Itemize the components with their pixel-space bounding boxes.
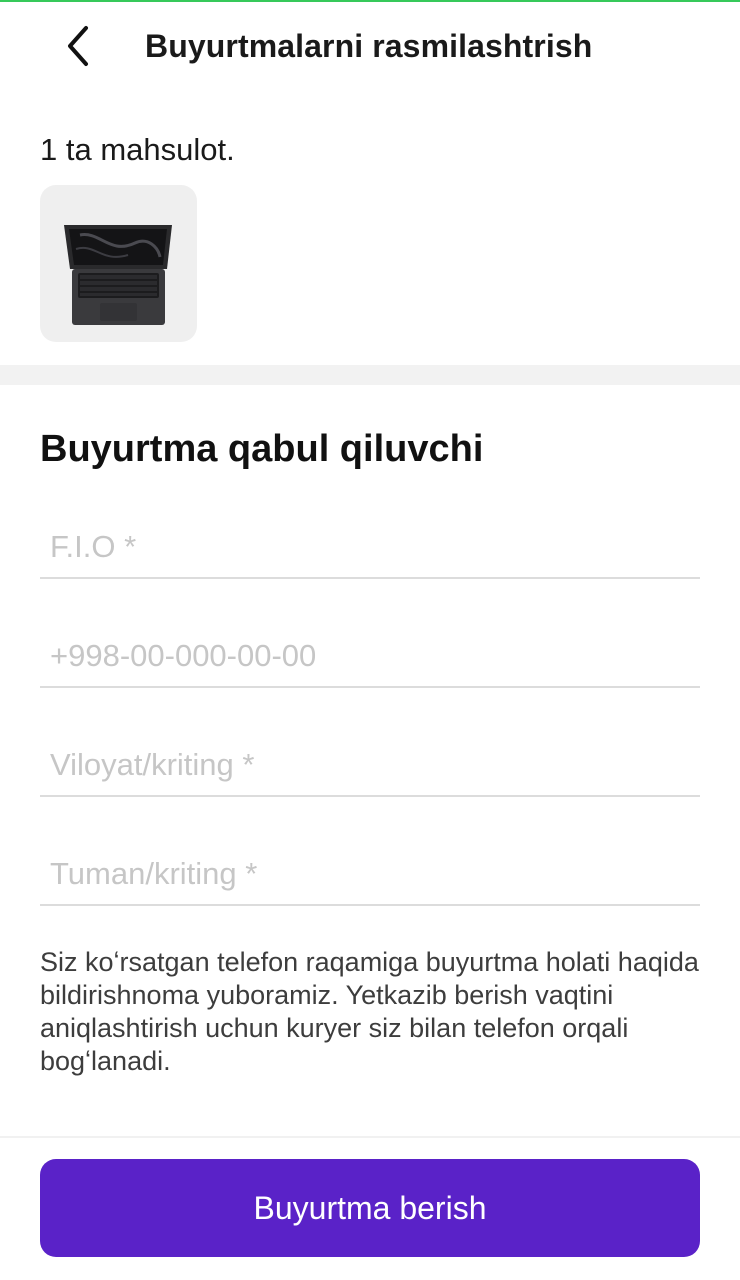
- notification-info-text: Siz koʻrsatgan telefon raqamiga buyurtma…: [40, 947, 699, 1076]
- place-order-label: Buyurtma berish: [253, 1189, 487, 1226]
- phone-input[interactable]: [40, 618, 700, 686]
- place-order-button[interactable]: Buyurtma berish: [40, 1159, 700, 1257]
- district-input[interactable]: [40, 836, 700, 904]
- bottom-separator: [0, 1136, 740, 1138]
- item-count-label: 1 ta mahsulot.: [40, 132, 235, 167]
- page-title: Buyurtmalarni rasmilashtrish: [145, 28, 593, 64]
- district-field: [40, 836, 700, 906]
- region-input[interactable]: [40, 727, 700, 795]
- full-name-field: [40, 509, 700, 579]
- phone-field: [40, 618, 700, 688]
- region-field: [40, 727, 700, 797]
- section-divider: [0, 365, 740, 385]
- full-name-input[interactable]: [40, 509, 700, 577]
- back-button[interactable]: [56, 24, 100, 68]
- header: Buyurtmalarni rasmilashtrish: [0, 2, 740, 90]
- recipient-section-title: Buyurtma qabul qiluvchi: [40, 428, 484, 470]
- product-thumbnail[interactable]: [40, 185, 197, 342]
- laptop-product-image: [64, 225, 172, 325]
- chevron-left-icon: [68, 26, 88, 66]
